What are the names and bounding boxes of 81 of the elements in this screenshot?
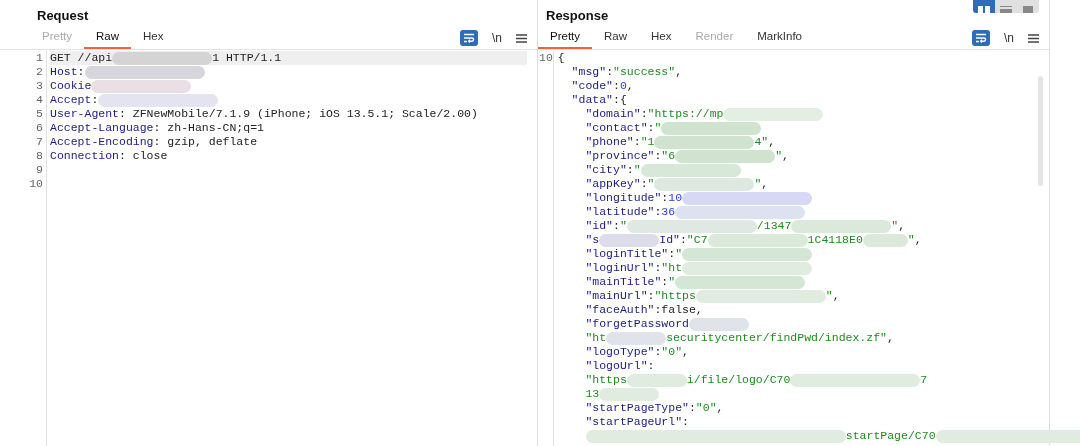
code-text: Accept-Encoding: gzip, deflate [50, 134, 258, 151]
line-number: 7 [36, 135, 43, 149]
line-number: 9 [36, 163, 43, 177]
wrap-lines-icon[interactable] [460, 30, 478, 46]
line-number: 4 [36, 93, 43, 107]
tab[interactable]: Raw [84, 27, 132, 49]
code-text: Connection: close [50, 148, 168, 165]
code-text: "mainTitle":" [584, 274, 676, 291]
line-number: 5 [36, 107, 43, 121]
newline-toggle[interactable]: \n [492, 29, 502, 47]
code-text: "province":"6 [584, 148, 676, 165]
tab[interactable]: Hex [131, 27, 176, 49]
tab[interactable]: MarkInfo [745, 27, 814, 49]
code-text: i/file/logo/C70 [686, 372, 791, 389]
code-text: securitycenter/findPwd/index.zf", [666, 330, 894, 347]
code-text: "contact":" [584, 120, 662, 137]
code-text: "forgetPassword [584, 316, 689, 333]
code-text: Cookie [50, 78, 92, 95]
panel-title: Request [37, 6, 89, 25]
code-text: Host: [50, 64, 85, 81]
menu-icon[interactable] [1028, 33, 1039, 43]
code-text: Accept-Language: zh-Hans-CN;q=1 [50, 120, 264, 137]
code-text: "faceAuth":false, [584, 302, 703, 319]
code-text: "mainUrl":"https [584, 288, 696, 305]
code-text: ", [825, 288, 840, 305]
menu-icon[interactable] [516, 33, 527, 43]
scrollbar[interactable] [1038, 76, 1043, 186]
code-text: "startPageType":"0", [584, 400, 724, 417]
layout-button[interactable] [995, 0, 1017, 13]
tab[interactable]: Hex [639, 27, 684, 49]
wrap-lines-icon[interactable] [972, 30, 990, 46]
code-text: "id":" [584, 218, 627, 235]
code-text: 13 [584, 386, 600, 403]
code-text: "startPageUrl": [584, 414, 689, 431]
code-text: User-Agent: ZFNewMobile/7.1.9 (iPhone; iOS 13.5.1; Scale/2.00) [50, 106, 478, 123]
line-number: 3 [36, 79, 43, 93]
code-text: ", [891, 218, 906, 235]
line-number: 8 [36, 149, 43, 163]
code-text: "logoUrl": [584, 358, 655, 375]
code-text: "appKey":" [584, 176, 655, 193]
code-text: 1C4118E0 [807, 232, 863, 249]
tab[interactable]: Raw [592, 27, 640, 49]
newline-toggle[interactable]: \n [1004, 29, 1014, 47]
code-text: "loginTitle":" [584, 246, 683, 263]
line-number: 6 [36, 121, 43, 135]
code-text: Id":"C7 [659, 232, 708, 249]
code-text: "s [584, 232, 600, 249]
line-number: 2 [36, 65, 43, 79]
layout-icon [978, 6, 990, 13]
code-text: /1347 [756, 218, 792, 235]
layout-button[interactable] [973, 0, 995, 13]
panel-title: Response [546, 6, 609, 25]
layout-icon [1000, 6, 1012, 13]
code-text: ", [754, 176, 769, 193]
line-number: 10 [539, 51, 553, 65]
code-text: "https [584, 372, 627, 389]
code-text: 7 [920, 372, 928, 389]
code-text: "data":{ [570, 92, 627, 109]
code-text: "code":0, [570, 78, 634, 95]
line-number: 1 [36, 51, 43, 65]
code-text: "domain":"https://mp [584, 106, 724, 123]
code-text: "latitude":36 [584, 204, 676, 221]
code-text: Accept: [50, 92, 99, 109]
code-text: ", [775, 148, 789, 165]
code-text: "phone":"1 [584, 134, 655, 151]
code-text: "msg":"success", [570, 64, 683, 81]
layout-button[interactable] [1017, 0, 1039, 13]
code-text: "logoType":"0", [584, 344, 689, 361]
code-text: "loginUrl":"ht [584, 260, 683, 277]
code-text: "longitude":10 [584, 190, 683, 207]
code-text: startPage/C70 [845, 428, 936, 445]
code-text: 4", [754, 134, 776, 151]
layout-icon [1022, 6, 1034, 13]
line-number: 10 [29, 177, 43, 191]
code-text: GET //api [50, 50, 113, 67]
code-text: { [557, 50, 565, 67]
code-text: 1 HTTP/1.1 [212, 50, 282, 67]
code-text: ", [907, 232, 922, 249]
tab[interactable]: Pretty [538, 27, 593, 49]
code-text: "city":" [584, 162, 641, 179]
code-text: "ht [584, 330, 607, 347]
